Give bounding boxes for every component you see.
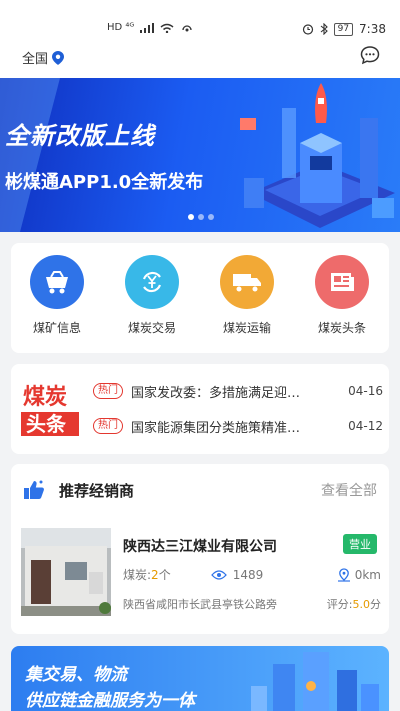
banner-dot — [208, 214, 214, 220]
building-photo — [21, 528, 111, 616]
status-right: 97 7:38 — [302, 22, 386, 36]
coal-label: 煤炭: — [123, 568, 152, 582]
news-item[interactable]: 热门 国家能源集团分类施策精准管控 04-12 — [93, 416, 383, 436]
thumbs-up-icon — [24, 480, 44, 499]
eye-icon — [210, 569, 227, 580]
dealer-score: 评分:5.0分 — [327, 596, 381, 612]
message-icon[interactable] — [360, 45, 380, 65]
service-line2: 供应链金融服务为一体 — [25, 691, 195, 711]
dealer-name[interactable]: 陕西达三江煤业有限公司 — [123, 536, 277, 556]
map-pin-icon — [337, 567, 350, 582]
wifi-icon — [160, 23, 174, 33]
news-date: 04-16 — [348, 384, 383, 398]
score-unit: 分 — [370, 598, 381, 611]
service-banner[interactable]: 集交易、物流 供应链金融服务为一体 — [11, 646, 389, 711]
views: 1489 — [210, 567, 264, 582]
status-badge: 营业 — [343, 534, 377, 554]
category-label: 煤炭头条 — [317, 321, 366, 335]
coal-headlines-logo: 煤炭 头条 — [21, 384, 79, 436]
banner-dot-active — [188, 214, 194, 220]
mine-cart-icon — [30, 255, 84, 309]
truck-icon — [220, 255, 274, 309]
category-coal-mine-info[interactable]: 煤矿信息 — [17, 255, 97, 336]
hot-tag: 热门 — [93, 418, 123, 434]
status-bar: HD ⁴ᴳ 97 7:38 — [0, 0, 400, 40]
dealer-photo[interactable] — [21, 528, 111, 616]
location-pin-icon — [52, 50, 65, 65]
category-coal-transport[interactable]: 煤炭运输 — [207, 255, 287, 336]
category-label: 煤炭交易 — [127, 321, 176, 335]
signal-icon — [140, 22, 155, 33]
location-label: 全国 — [22, 52, 49, 67]
banner-illustration — [0, 78, 395, 232]
category-coal-headlines[interactable]: 煤炭头条 — [302, 255, 382, 336]
dealers-title: 推荐经销商 — [59, 481, 135, 500]
news-title: 国家发改委：多措施满足迎峰度夏 — [131, 385, 311, 401]
yuan-exchange-icon — [125, 255, 179, 309]
status-icons: HD ⁴ᴳ — [107, 22, 194, 33]
hot-tag: 热门 — [93, 383, 123, 399]
see-all-link[interactable]: 查看全部 — [321, 480, 377, 500]
bluetooth-icon — [320, 23, 328, 35]
top-bar: 全国 — [0, 40, 400, 78]
score-label: 评分: — [326, 598, 353, 611]
category-label: 煤炭运输 — [222, 321, 271, 335]
logo-line1: 煤炭 — [23, 384, 67, 410]
news-ticker: 煤炭 头条 热门 国家发改委：多措施满足迎峰度夏 04-16 热门 国家能源集团… — [11, 364, 389, 454]
news-item[interactable]: 热门 国家发改委：多措施满足迎峰度夏 04-16 — [93, 381, 383, 401]
clock: 7:38 — [359, 22, 386, 36]
dealer-meta: 煤炭: 2 个 1489 0km — [123, 566, 381, 583]
location-selector[interactable]: 全国 — [22, 48, 65, 67]
coal-count: 2 — [151, 567, 159, 582]
banner-title: 全新改版上线 — [5, 122, 155, 150]
category-coal-trade[interactable]: 煤炭交易 — [112, 255, 192, 336]
banner-dot — [198, 214, 204, 220]
banner-pagination — [188, 214, 214, 220]
dealer-address-row: 陕西省咸阳市长武县亭铁公路旁 评分:5.0分 — [123, 596, 381, 612]
newspaper-icon — [315, 255, 369, 309]
category-grid: 煤矿信息 煤炭交易 煤炭运输 煤炭头条 — [11, 243, 389, 353]
coal-unit: 个 — [158, 568, 171, 582]
distance-value: 0km — [354, 567, 381, 582]
distance: 0km — [337, 568, 381, 582]
promo-banner[interactable]: 全新改版上线 彬煤通APP1.0全新发布 — [0, 78, 400, 232]
recommended-dealers: 推荐经销商 查看全部 陕西达三江煤业有限公司 营业 煤炭: 2 个 1489 0… — [11, 464, 389, 634]
banner-subtitle: 彬煤通APP1.0全新发布 — [5, 172, 204, 193]
score-value: 5.0 — [352, 598, 371, 611]
alarm-icon — [302, 24, 313, 35]
hotspot-icon — [182, 24, 192, 31]
dealer-address: 陕西省咸阳市长武县亭铁公路旁 — [123, 598, 277, 611]
news-title: 国家能源集团分类施策精准管控 — [131, 420, 311, 436]
service-line1: 集交易、物流 — [25, 665, 127, 685]
news-date: 04-12 — [348, 419, 383, 433]
category-label: 煤矿信息 — [32, 321, 81, 335]
logo-line2: 头条 — [26, 412, 67, 436]
network-indicator: HD ⁴ᴳ — [107, 22, 135, 33]
battery-level: 97 — [333, 22, 354, 36]
views-count: 1489 — [232, 567, 264, 582]
dealers-header: 推荐经销商 查看全部 — [23, 478, 377, 502]
